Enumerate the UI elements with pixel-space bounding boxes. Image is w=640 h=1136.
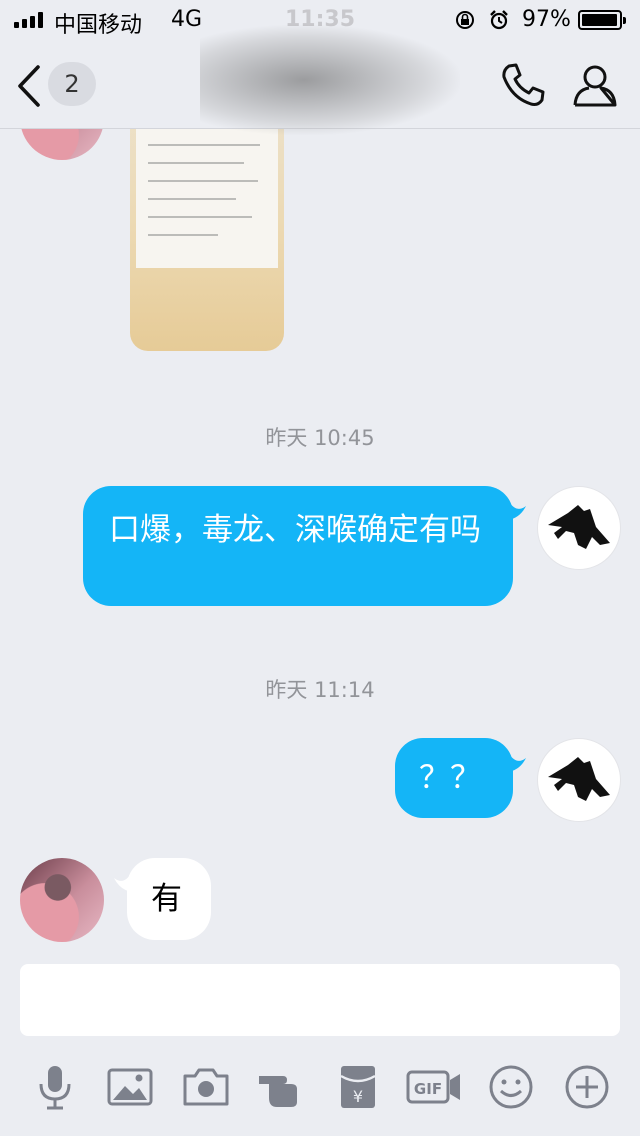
person-icon[interactable] bbox=[570, 60, 620, 110]
poke-hand-icon[interactable] bbox=[257, 1062, 307, 1112]
image-icon[interactable] bbox=[105, 1062, 155, 1112]
outgoing-message-bubble[interactable]: 口爆，毒龙、深喉确定有吗 bbox=[83, 486, 513, 606]
svg-text:GIF: GIF bbox=[414, 1080, 442, 1098]
wolf-logo-icon bbox=[548, 505, 610, 549]
plus-icon[interactable] bbox=[562, 1062, 612, 1112]
message-text: 有 bbox=[151, 881, 182, 917]
red-packet-icon[interactable]: ¥ bbox=[333, 1062, 383, 1112]
unread-count-badge[interactable]: 2 bbox=[48, 62, 96, 106]
phone-icon[interactable] bbox=[498, 60, 548, 110]
message-input[interactable] bbox=[20, 964, 620, 1036]
wolf-logo-icon bbox=[548, 757, 610, 801]
battery-percent: 97% bbox=[522, 7, 571, 32]
bubble-tail bbox=[508, 500, 526, 520]
emoji-icon[interactable] bbox=[486, 1062, 536, 1112]
gif-icon[interactable]: GIF bbox=[406, 1062, 462, 1112]
contact-avatar[interactable] bbox=[20, 858, 104, 942]
my-avatar[interactable] bbox=[537, 486, 621, 570]
incoming-message-bubble[interactable]: 有 bbox=[127, 858, 211, 940]
camera-icon[interactable] bbox=[181, 1062, 231, 1112]
outgoing-message-bubble[interactable]: ？？ bbox=[395, 738, 513, 818]
svg-text:¥: ¥ bbox=[353, 1087, 363, 1106]
message-text: ？？ bbox=[419, 760, 481, 796]
timestamp-label: 昨天 10:45 bbox=[265, 426, 375, 450]
battery-icon bbox=[578, 10, 626, 30]
microphone-icon[interactable] bbox=[30, 1062, 80, 1112]
timestamp-label: 昨天 11:14 bbox=[265, 678, 375, 702]
my-avatar[interactable] bbox=[537, 738, 621, 822]
alarm-icon bbox=[490, 10, 508, 30]
bubble-tail bbox=[508, 752, 526, 772]
message-text: 口爆，毒龙、深喉确定有吗 bbox=[109, 512, 481, 548]
battery-fill bbox=[582, 14, 617, 26]
back-chevron-icon[interactable] bbox=[14, 64, 44, 108]
chat-area[interactable]: 昨天 10:45 口爆，毒龙、深喉确定有吗 昨天 11:14 ？？ 有 bbox=[0, 0, 640, 950]
redaction-smudge bbox=[200, 25, 460, 135]
input-toolbar: ¥ GIF bbox=[0, 1052, 640, 1122]
